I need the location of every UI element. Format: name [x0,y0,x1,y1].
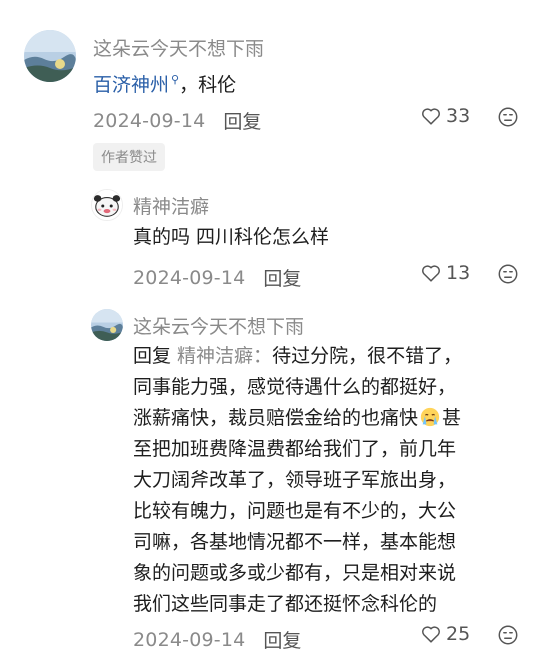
reply-author[interactable]: 这朵云今天不想下雨 [133,312,304,339]
reply-line: 大刀阔斧改革了，领导班子军旅出身， [133,469,457,491]
reply-button[interactable]: 回复 [223,107,261,134]
like-button[interactable]: 33 [420,105,470,127]
crying-face-icon [420,407,440,427]
heart-icon [422,108,440,125]
avatar[interactable] [91,189,123,221]
comment-text: 百济神州 ⚲，科伦 [93,66,236,99]
reply-line: 我们这些同事走了都还挺怀念科伦的 [133,593,438,615]
reply-text: 真的吗 四川科伦怎么样 [133,226,330,248]
reply-line: 司嘛，各基地情况都不一样，基本能想 [133,531,457,553]
dislike-face-icon[interactable] [497,263,519,285]
like-count: 13 [446,262,471,284]
topic-link[interactable]: 百济神州 ⚲ [93,73,180,96]
topic-link-label: 百济神州 [93,74,170,96]
reply-author[interactable]: 精神洁癖 [133,192,209,219]
reply-date: 2024-09-14 [133,266,246,289]
reply-line: 象的问题或多或少都有，只是相对来说 [133,562,457,584]
reply-prefix: 回复 [133,345,178,367]
dislike-face-icon[interactable] [497,106,519,128]
reply-line: 至把加班费降温费都给我们了，前几年 [133,438,457,460]
heart-icon [422,626,440,643]
like-count: 25 [446,623,471,645]
reply-line-3-tail: 甚 [442,407,462,429]
author-liked-badge: 作者赞过 [93,143,165,171]
reply-line: 涨薪痛快，裁员赔偿金给的也痛快 甚 [133,404,461,432]
reply-line: 同事能力强，感觉待遇什么的都挺好， [133,376,457,398]
reply-button[interactable]: 回复 [263,626,301,653]
reply-button[interactable]: 回复 [263,264,301,291]
avatar[interactable] [91,309,123,341]
search-icon: ⚲ [171,73,180,86]
reply-date: 2024-09-14 [133,628,246,651]
reply-meta: 2024-09-14 回复 [133,626,301,653]
comment-text-tail: ，科伦 [179,74,237,96]
like-button[interactable]: 13 [420,262,470,284]
reply-line: 比较有魄力，问题也是有不少的，大公 [133,500,457,522]
reply-line: 回复 精神洁癖：待过分院，很不错了， [133,342,462,370]
reply-line-1: 待过分院，很不错了， [272,345,463,367]
comment-meta: 2024-09-14 回复 [93,107,261,134]
reply-line-3: 涨薪痛快，裁员赔偿金给的也痛快 [133,407,419,429]
comment-date: 2024-09-14 [93,109,206,132]
reply-target[interactable]: 精神洁癖： [177,345,272,367]
like-button[interactable]: 25 [420,623,470,645]
dislike-face-icon[interactable] [497,624,519,646]
reply-meta: 2024-09-14 回复 [133,264,301,291]
like-count: 33 [446,105,471,127]
heart-icon [422,265,440,282]
avatar[interactable] [24,30,76,82]
comment-author[interactable]: 这朵云今天不想下雨 [93,34,264,61]
